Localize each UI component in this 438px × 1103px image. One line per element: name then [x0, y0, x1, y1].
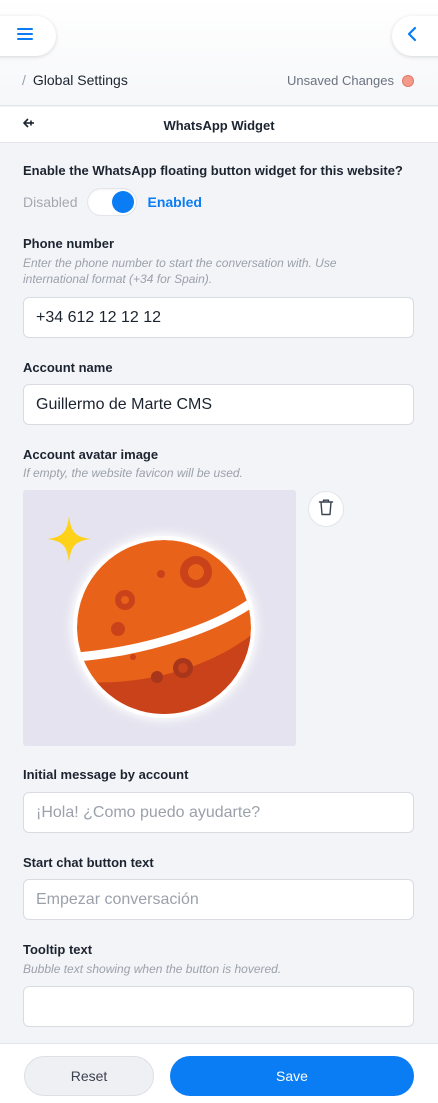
account-avatar-hint: If empty, the website favicon will be us… [23, 466, 243, 480]
section-title: WhatsApp Widget [163, 118, 275, 133]
account-avatar-label: Account avatar image [23, 447, 159, 462]
enable-widget-switch[interactable] [87, 188, 138, 216]
delete-avatar-button[interactable] [308, 491, 344, 527]
toggle-disabled-label[interactable]: Disabled [23, 194, 77, 210]
breadcrumb-current[interactable]: Global Settings [33, 72, 128, 88]
toggle-enabled-label[interactable]: Enabled [147, 194, 201, 210]
switch-knob [112, 191, 135, 213]
hamburger-icon [16, 27, 34, 46]
trash-icon [318, 498, 334, 521]
planet-with-star-icon [23, 516, 296, 746]
initial-message-label: Initial message by account [23, 767, 189, 782]
footer-actions: Reset Save [0, 1043, 438, 1103]
back-button[interactable] [392, 16, 438, 56]
unsaved-status: Unsaved Changes [287, 73, 414, 88]
account-name-label: Account name [23, 360, 113, 375]
enable-widget-toggle-row: Disabled Enabled [23, 188, 202, 216]
enable-widget-label: Enable the WhatsApp floating button widg… [23, 163, 403, 178]
account-name-input[interactable] [23, 384, 414, 425]
breadcrumb: / Global Settings [22, 72, 128, 88]
save-button[interactable]: Save [170, 1056, 414, 1096]
top-bar: / Global Settings Unsaved Changes [0, 0, 438, 106]
tooltip-text-input[interactable] [23, 986, 414, 1027]
chevron-left-icon [406, 26, 418, 47]
unsaved-status-text: Unsaved Changes [287, 73, 394, 88]
phone-number-label: Phone number [23, 236, 115, 251]
unsaved-status-dot [402, 74, 414, 87]
menu-button[interactable] [0, 16, 56, 56]
phone-number-hint: Enter the phone number to start the conv… [23, 256, 337, 286]
account-avatar-image[interactable] [23, 490, 296, 746]
initial-message-input[interactable] [23, 792, 414, 833]
start-chat-input[interactable] [23, 879, 414, 920]
reset-button[interactable]: Reset [24, 1056, 154, 1096]
breadcrumb-separator: / [22, 72, 26, 88]
tooltip-text-label: Tooltip text [23, 942, 93, 957]
tooltip-text-hint: Bubble text showing when the button is h… [23, 962, 282, 976]
section-header: WhatsApp Widget [0, 107, 438, 143]
start-chat-label: Start chat button text [23, 855, 154, 870]
phone-number-input[interactable] [23, 297, 414, 338]
